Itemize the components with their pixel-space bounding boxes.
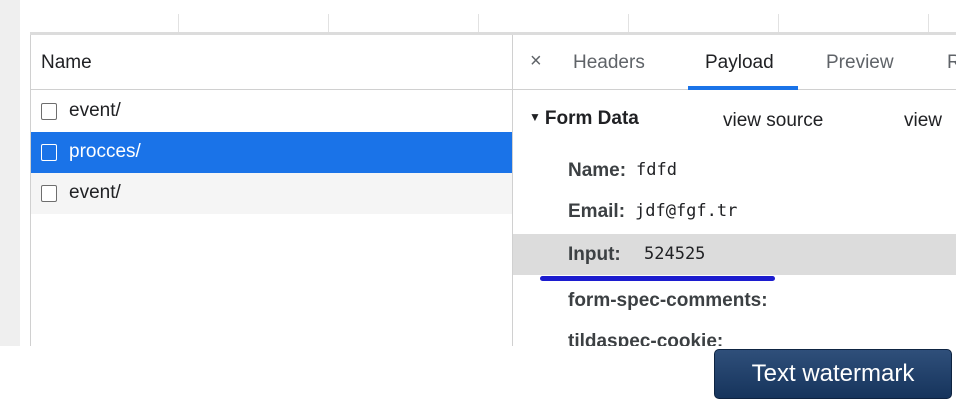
section-title: Form Data xyxy=(544,108,639,129)
name-column-label: Name xyxy=(41,52,92,73)
document-icon xyxy=(41,144,57,161)
document-icon xyxy=(41,103,57,120)
active-tab-indicator xyxy=(688,86,798,90)
form-field-row: Email: jdf@fgf.tr xyxy=(513,191,956,232)
document-icon xyxy=(41,185,57,202)
devtools-network-panel: Name event/ procces/ event/ × Headers Pa… xyxy=(0,0,956,401)
name-column-header[interactable]: Name xyxy=(31,35,513,90)
request-name: event/ xyxy=(69,100,121,121)
request-row[interactable]: event/ xyxy=(31,173,513,214)
timeline-tick xyxy=(628,14,629,32)
field-key: tildaspec-cookie: xyxy=(568,331,724,346)
timeline-tick xyxy=(478,14,479,32)
timeline-tick xyxy=(178,14,179,32)
left-gutter xyxy=(0,0,20,346)
watermark-badge: Text watermark xyxy=(714,349,952,399)
tab-payload[interactable]: Payload xyxy=(705,52,774,74)
timeline-tick xyxy=(778,14,779,32)
request-name: procces/ xyxy=(69,141,141,162)
tab-response[interactable]: R xyxy=(947,52,956,74)
form-field-row-highlighted: Input: 524525 xyxy=(513,234,956,275)
request-row-selected[interactable]: procces/ xyxy=(31,132,513,173)
timeline-tick xyxy=(328,14,329,32)
tab-preview[interactable]: Preview xyxy=(826,52,894,74)
request-details: × Headers Payload Preview R ▼ Form Data v… xyxy=(513,35,956,346)
detail-tabbar: × Headers Payload Preview R xyxy=(513,35,956,90)
form-field-row: Name: fdfd xyxy=(513,150,956,191)
field-value: 524525 xyxy=(644,244,706,264)
view-decoded-link[interactable]: view xyxy=(904,110,942,132)
timeline-overview[interactable] xyxy=(20,0,956,32)
triangle-down-icon: ▼ xyxy=(529,110,541,124)
form-field-row: tildaspec-cookie: xyxy=(513,321,956,346)
timeline-tick xyxy=(928,14,929,32)
request-list: Name event/ procces/ event/ xyxy=(30,35,513,346)
close-icon[interactable]: × xyxy=(530,50,542,73)
field-key: Input: xyxy=(568,244,621,265)
request-row[interactable]: event/ xyxy=(31,91,513,132)
field-value: fdfd xyxy=(636,160,677,180)
field-key: form-spec-comments: xyxy=(568,290,768,311)
form-field-row: form-spec-comments: xyxy=(513,280,956,321)
annotation-underline xyxy=(540,276,775,281)
tab-headers[interactable]: Headers xyxy=(573,52,645,74)
field-value: jdf@fgf.tr xyxy=(635,201,738,221)
view-source-link[interactable]: view source xyxy=(723,110,823,132)
field-key: Name: xyxy=(568,160,627,181)
field-key: Email: xyxy=(568,201,626,222)
request-name: event/ xyxy=(69,182,121,203)
form-data-section-toggle[interactable]: ▼ Form Data xyxy=(529,108,639,130)
